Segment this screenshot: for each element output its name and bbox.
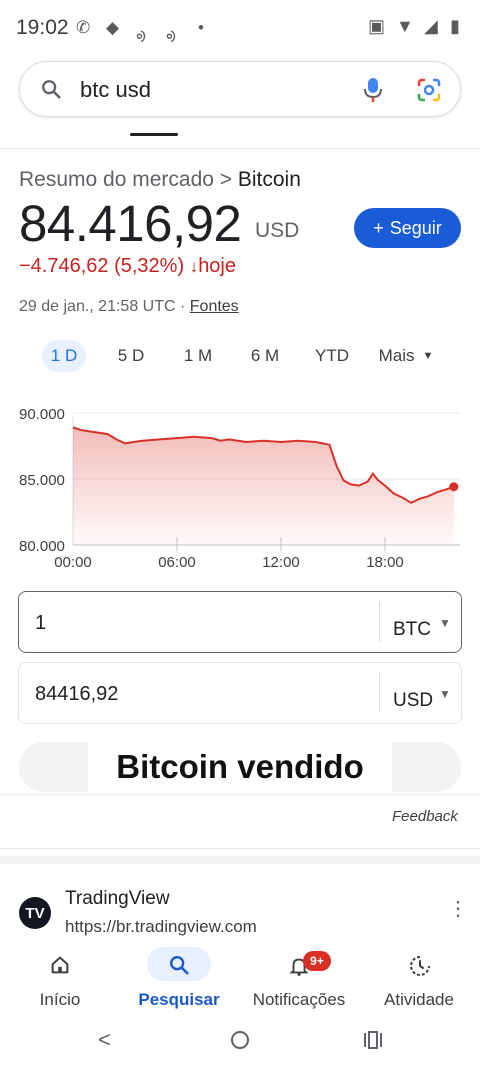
nav-label-notificacoes: Notificações — [252, 990, 346, 1009]
y-tick-85000: 85.000 — [19, 472, 65, 489]
range-tab-more[interactable]: Mais ▼ — [372, 340, 440, 372]
notification-icon-2: ᢀ — [166, 28, 176, 47]
home-icon — [51, 956, 69, 974]
nav-item-notificacoes[interactable]: 9+ Notificações — [239, 941, 359, 1017]
price-value: 84.416,92 — [19, 195, 242, 252]
result-url[interactable]: https://br.tradingview.com — [65, 917, 257, 937]
breadcrumb: Resumo do mercado > Bitcoin — [19, 168, 301, 192]
more-vert-icon[interactable]: ⋮ — [448, 896, 468, 921]
signal-icon: ◢ — [424, 16, 438, 36]
to-caret-down-icon: ▼ — [439, 687, 451, 701]
range-more-label: Mais — [378, 346, 415, 365]
section-separator — [0, 856, 480, 864]
nfc-icon: ▣ — [368, 16, 386, 36]
converter-from[interactable]: 1 BTC ▼ — [18, 591, 462, 653]
status-bar: 19:02 ✆ ◆ ᢀ ᢀ • ▣ ▼ ◢ ▮ — [0, 0, 480, 56]
converter-to[interactable]: 84416,92 USD ▼ — [18, 662, 462, 724]
battery-icon: ▮ — [450, 16, 460, 36]
range-tab-1m[interactable]: 1 M — [176, 340, 220, 372]
google-lens-icon[interactable] — [416, 77, 442, 103]
search-bar[interactable]: btc usd — [19, 61, 461, 117]
status-time: 19:02 — [16, 16, 69, 39]
search-input[interactable]: btc usd — [80, 77, 151, 103]
whatsapp-icon: ✆ — [76, 18, 91, 37]
system-navigation-bar: < — [0, 1017, 480, 1066]
to-currency-select[interactable]: USD — [393, 690, 433, 712]
recents-icon[interactable] — [362, 1030, 384, 1050]
chart-area-fill — [73, 427, 454, 545]
wifi-icon: ▼ — [396, 16, 414, 36]
from-amount-input[interactable]: 1 — [35, 612, 46, 635]
sources-link[interactable]: Fontes — [190, 298, 239, 315]
home-circle-icon[interactable] — [229, 1029, 251, 1051]
range-tab-5d[interactable]: 5 D — [110, 340, 152, 372]
result-site-name[interactable]: TradingView — [65, 888, 170, 910]
notification-badge: 9+ — [303, 951, 331, 971]
plus-icon: + — [373, 217, 384, 238]
change-value: −4.746,62 (5,32%) — [19, 255, 185, 277]
breadcrumb-prefix: Resumo do mercado > — [19, 168, 238, 191]
chat-icon: ◆ — [106, 18, 120, 37]
converter-divider — [379, 602, 380, 642]
activity-icon — [410, 956, 430, 976]
y-tick-90000: 90.000 — [19, 406, 65, 423]
y-tick-80000: 80.000 — [19, 538, 65, 555]
nav-label-inicio: Início — [39, 990, 81, 1009]
to-amount-input[interactable]: 84416,92 — [35, 683, 118, 706]
from-currency-select[interactable]: BTC — [393, 619, 431, 641]
x-tick-0000: 00:00 — [54, 554, 92, 571]
nav-item-atividade[interactable]: Atividade — [359, 941, 479, 1017]
change-suffix: hoje — [198, 255, 236, 277]
range-tab-6m[interactable]: 6 M — [243, 340, 287, 372]
x-tick-0600: 06:00 — [158, 554, 196, 571]
active-tab-indicator — [130, 133, 178, 136]
price-chart[interactable]: 90.000 85.000 80.000 00:00 06:00 12:00 1… — [0, 395, 480, 575]
feedback-link[interactable]: Feedback — [392, 808, 458, 825]
range-tab-ytd[interactable]: YTD — [309, 340, 355, 372]
search-icon — [42, 80, 61, 99]
divider-2 — [0, 848, 480, 849]
chart-last-point — [449, 482, 459, 492]
microphone-icon[interactable] — [362, 76, 384, 104]
follow-label: Seguir — [389, 217, 442, 238]
breadcrumb-name: Bitcoin — [237, 168, 301, 191]
back-icon[interactable]: < — [98, 1027, 111, 1053]
caret-down-icon: ▼ — [422, 350, 434, 362]
nav-label-atividade: Atividade — [384, 990, 454, 1009]
date-text: 29 de jan., 21:58 UTC · — [19, 298, 190, 315]
nav-item-pesquisar[interactable]: Pesquisar — [119, 941, 239, 1017]
arrow-down-icon: ↓ — [189, 257, 199, 276]
x-tick-1800: 18:00 — [366, 554, 404, 571]
range-tab-1d[interactable]: 1 D — [42, 340, 86, 372]
nav-label-pesquisar: Pesquisar — [138, 990, 220, 1009]
more-notifications-dot: • — [198, 18, 204, 37]
converter-divider-2 — [379, 673, 380, 713]
divider — [0, 794, 480, 795]
follow-button[interactable]: + Seguir — [354, 208, 461, 248]
timestamp: 29 de jan., 21:58 UTC · Fontes — [19, 298, 239, 316]
search-tabs-strip — [0, 126, 480, 149]
caption-overlay: Bitcoin vendido — [88, 737, 392, 797]
from-caret-down-icon: ▼ — [439, 616, 451, 630]
price-currency: USD — [255, 219, 300, 242]
bottom-navigation: Início Pesquisar 9+ Notificações Ativida… — [0, 941, 480, 1017]
price-change: −4.746,62 (5,32%) ↓hoje — [19, 255, 236, 278]
notification-icon: ᢀ — [136, 28, 146, 47]
nav-item-inicio[interactable]: Início — [0, 941, 120, 1017]
x-tick-1200: 12:00 — [262, 554, 300, 571]
search-icon — [170, 956, 189, 975]
tradingview-logo[interactable]: TV — [19, 897, 51, 929]
